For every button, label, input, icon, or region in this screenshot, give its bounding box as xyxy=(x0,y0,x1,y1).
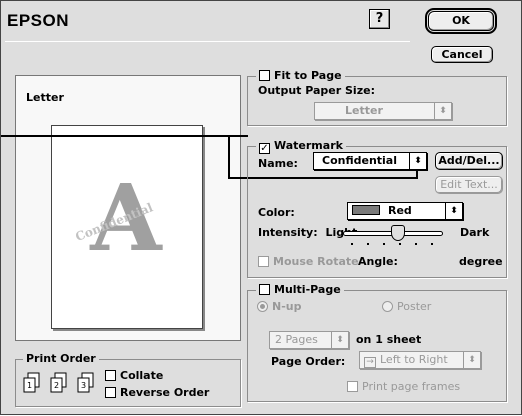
popup-arrows-icon: ⬍ xyxy=(331,332,348,348)
reverse-order-checkbox[interactable]: Reverse Order xyxy=(105,386,209,399)
poster-radio[interactable]: Poster xyxy=(382,300,431,313)
print-order-group xyxy=(15,359,241,407)
multi-page-checkbox[interactable]: Multi-Page xyxy=(256,283,344,296)
print-frames-checkbox[interactable]: Print page frames xyxy=(347,380,460,393)
color-swatch xyxy=(352,205,380,215)
mouse-rotate-label: Mouse Rotate xyxy=(273,255,359,268)
collate-box[interactable] xyxy=(105,370,116,381)
printer-dialog: EPSON ? OK Cancel Letter A Confidential … xyxy=(0,0,522,415)
slider-tick xyxy=(367,243,369,245)
collate-label: Collate xyxy=(120,369,164,382)
output-size-label: Output Paper Size: xyxy=(258,84,375,97)
arrow-right-icon: → xyxy=(364,357,376,368)
angle-unit: degree xyxy=(459,255,503,268)
poster-label: Poster xyxy=(397,300,432,313)
mouse-rotate-box[interactable] xyxy=(258,256,269,267)
intensity-dark-label: Dark xyxy=(460,226,490,239)
slider-tick xyxy=(415,243,417,245)
page-icon: 2 xyxy=(50,372,68,394)
popup-arrows-icon: ⬍ xyxy=(463,352,480,368)
output-size-value: Letter xyxy=(345,104,383,117)
print-frames-box[interactable] xyxy=(347,381,358,392)
reverse-order-label: Reverse Order xyxy=(120,386,210,399)
page-icon-number: 3 xyxy=(81,381,87,390)
popup-arrows-icon: ⬍ xyxy=(434,103,451,119)
reverse-order-box[interactable] xyxy=(105,387,116,398)
popup-arrows-icon: ⬍ xyxy=(445,203,462,219)
watermark-label: Watermark xyxy=(274,139,343,152)
multi-page-box[interactable] xyxy=(259,284,270,295)
watermark-name-label: Name: xyxy=(258,157,298,170)
nup-label: N-up xyxy=(272,300,302,313)
watermark-box[interactable]: ✓ xyxy=(259,143,270,154)
nup-radio-dot[interactable] xyxy=(257,301,268,312)
intensity-slider-thumb[interactable] xyxy=(391,225,405,241)
fit-to-page-checkbox[interactable]: Fit to Page xyxy=(256,69,345,82)
color-label: Color: xyxy=(258,206,295,219)
poster-radio-dot[interactable] xyxy=(382,301,393,312)
color-popup[interactable]: Red ⬍ xyxy=(347,202,463,220)
collate-checkbox[interactable]: Collate xyxy=(105,369,163,382)
print-order-label: Print Order xyxy=(23,352,99,365)
nup-radio[interactable]: N-up xyxy=(257,300,301,313)
page-order-popup[interactable]: → Left to Right ⬍ xyxy=(359,351,481,369)
pages-suffix: on 1 sheet xyxy=(356,333,422,346)
slider-tick xyxy=(383,243,385,245)
page-icon-number: 1 xyxy=(27,381,33,390)
fit-to-page-label: Fit to Page xyxy=(274,69,342,82)
popup-arrows-icon: ⬍ xyxy=(409,153,426,169)
watermark-name-popup[interactable]: Confidential ⬍ xyxy=(313,152,427,170)
slider-tick xyxy=(399,243,401,245)
pages-value: 2 Pages xyxy=(275,333,318,346)
page-icon-number: 2 xyxy=(54,381,60,390)
page-order-label: Page Order: xyxy=(271,355,346,368)
print-frames-label: Print page frames xyxy=(362,380,461,393)
page-order-value: Left to Right xyxy=(380,353,448,366)
add-del-button[interactable]: Add/Del... xyxy=(435,152,503,170)
angle-label: Angle: xyxy=(358,255,398,268)
page-icon: 3 xyxy=(77,372,95,394)
watermark-name-value: Confidential xyxy=(322,154,398,167)
fit-to-page-box[interactable] xyxy=(259,70,270,81)
intensity-label-text: Intensity: xyxy=(258,226,318,239)
page-icon: 1 xyxy=(23,372,41,394)
pages-popup[interactable]: 2 Pages ⬍ xyxy=(269,331,349,349)
slider-tick xyxy=(431,243,433,245)
multi-page-label: Multi-Page xyxy=(274,283,341,296)
slider-tick xyxy=(351,243,353,245)
output-size-popup[interactable]: Letter ⬍ xyxy=(314,102,452,120)
edit-text-button[interactable]: Edit Text... xyxy=(435,176,503,194)
color-value: Red xyxy=(388,204,412,217)
mouse-rotate-checkbox[interactable]: Mouse Rotate xyxy=(258,255,359,268)
